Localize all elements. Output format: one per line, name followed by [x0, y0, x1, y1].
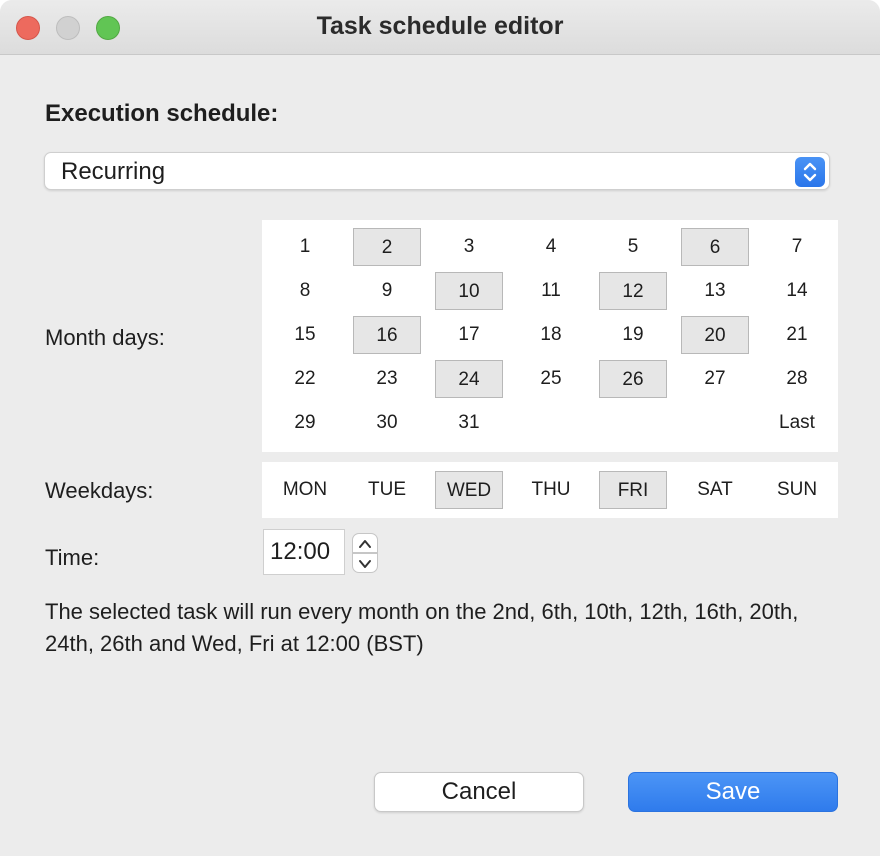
month-day-cell[interactable]: 29: [271, 404, 339, 442]
month-day-cell[interactable]: 30: [353, 404, 421, 442]
chevron-up-icon: [359, 540, 371, 548]
month-day-cell[interactable]: Last: [763, 404, 831, 442]
month-day-cell[interactable]: 27: [681, 360, 749, 398]
month-day-cell[interactable]: 19: [599, 316, 667, 354]
time-stepper: [352, 533, 378, 573]
window-title: Task schedule editor: [316, 12, 564, 40]
month-day-cell[interactable]: 16: [353, 316, 421, 354]
month-day-cell[interactable]: 13: [681, 272, 749, 310]
month-day-cell[interactable]: 28: [763, 360, 831, 398]
weekday-toggle[interactable]: FRI: [599, 471, 667, 509]
weekdays-label: Weekdays:: [45, 478, 154, 503]
month-day-cell[interactable]: 18: [517, 316, 585, 354]
month-day-cell[interactable]: 12: [599, 272, 667, 310]
time-input[interactable]: 12:00: [263, 529, 345, 575]
month-days-label: Month days:: [45, 325, 165, 350]
task-schedule-window: Task schedule editor Execution schedule:…: [0, 0, 880, 856]
schedule-type-value: Recurring: [61, 158, 166, 185]
chevron-down-icon: [359, 560, 371, 568]
month-day-empty: [517, 404, 585, 442]
time-increment-button[interactable]: [352, 533, 378, 553]
month-days-grid: 1 2 3 4 5 6 7 8 9 10 11 12 13 14 15 16 17 18 19 20 21 22 23 24 2…: [262, 220, 838, 452]
weekdays-selector: MON TUE WED THU FRI SAT SUN: [262, 462, 838, 518]
month-day-cell[interactable]: 8: [271, 272, 339, 310]
month-day-cell[interactable]: 22: [271, 360, 339, 398]
title-bar: Task schedule editor: [0, 0, 880, 55]
month-day-cell[interactable]: 31: [435, 404, 503, 442]
month-day-cell[interactable]: 4: [517, 228, 585, 266]
schedule-type-select[interactable]: Recurring: [44, 152, 830, 190]
month-day-cell[interactable]: 6: [681, 228, 749, 266]
month-day-cell[interactable]: 11: [517, 272, 585, 310]
month-day-cell[interactable]: 1: [271, 228, 339, 266]
weekday-toggle[interactable]: TUE: [353, 471, 421, 509]
month-day-cell[interactable]: 5: [599, 228, 667, 266]
month-day-cell[interactable]: 15: [271, 316, 339, 354]
up-down-chevron-icon: [795, 157, 825, 187]
save-button[interactable]: Save: [628, 772, 838, 812]
month-day-cell[interactable]: 3: [435, 228, 503, 266]
month-day-cell[interactable]: 25: [517, 360, 585, 398]
weekday-toggle[interactable]: SUN: [763, 471, 831, 509]
weekday-toggle[interactable]: THU: [517, 471, 585, 509]
time-label: Time:: [45, 545, 100, 570]
weekday-toggle[interactable]: MON: [271, 471, 339, 509]
month-day-cell[interactable]: 10: [435, 272, 503, 310]
month-day-cell[interactable]: 14: [763, 272, 831, 310]
month-day-cell[interactable]: 24: [435, 360, 503, 398]
month-day-cell[interactable]: 9: [353, 272, 421, 310]
weekday-toggle[interactable]: WED: [435, 471, 503, 509]
execution-schedule-heading: Execution schedule:: [45, 100, 279, 127]
weekday-toggle[interactable]: SAT: [681, 471, 749, 509]
month-day-cell[interactable]: 2: [353, 228, 421, 266]
month-day-cell[interactable]: 7: [763, 228, 831, 266]
month-day-empty: [681, 404, 749, 442]
time-decrement-button[interactable]: [352, 553, 378, 573]
cancel-button[interactable]: Cancel: [374, 772, 584, 812]
month-day-cell[interactable]: 21: [763, 316, 831, 354]
month-day-cell[interactable]: 20: [681, 316, 749, 354]
month-day-cell[interactable]: 23: [353, 360, 421, 398]
month-day-cell[interactable]: 26: [599, 360, 667, 398]
schedule-summary-text: The selected task will run every month o…: [45, 599, 799, 656]
month-day-empty: [599, 404, 667, 442]
month-day-cell[interactable]: 17: [435, 316, 503, 354]
